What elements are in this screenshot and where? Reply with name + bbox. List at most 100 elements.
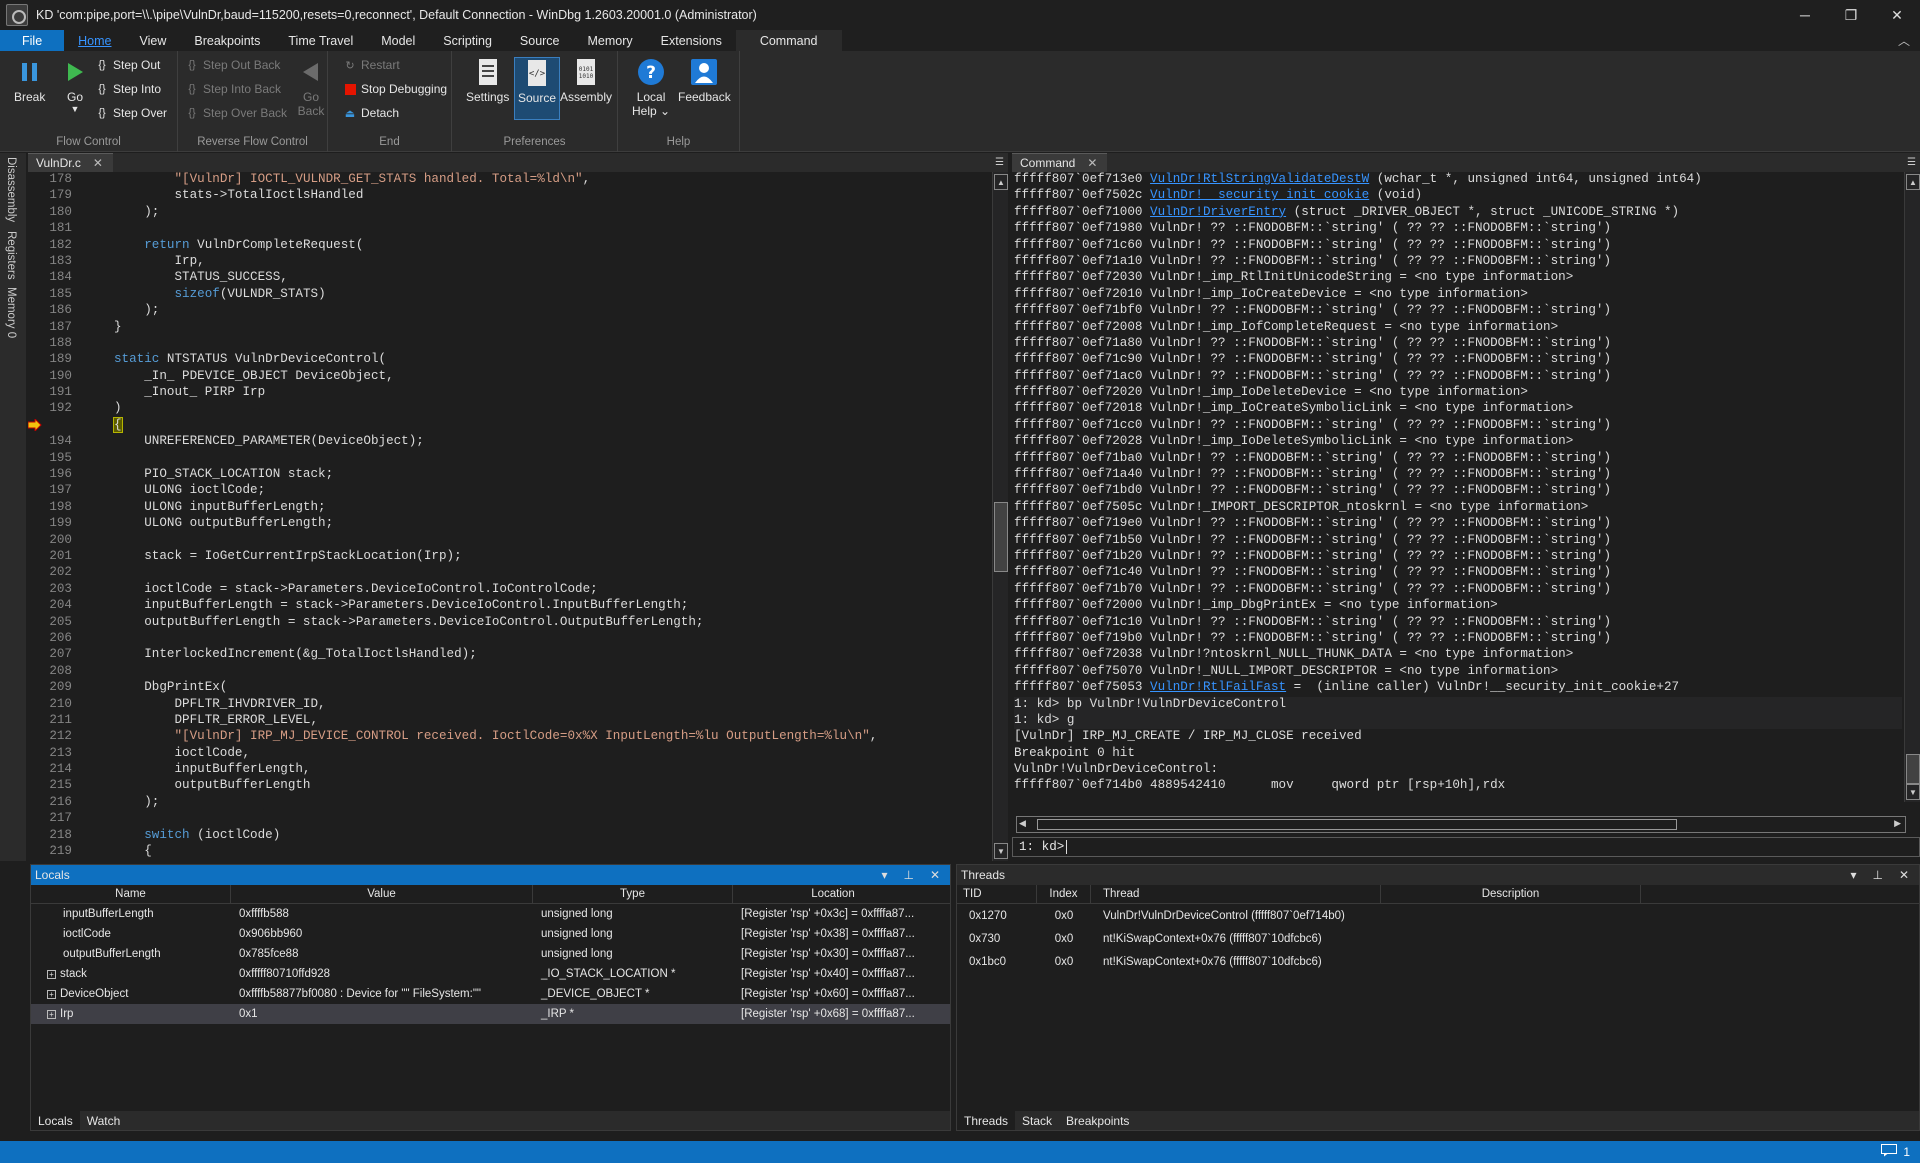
col-thread[interactable]: Thread [1091,884,1381,904]
line-marker[interactable] [80,582,114,598]
tab-memory[interactable]: Memory [574,30,647,51]
code-line[interactable]: 204 inputBufferLength = stack->Parameter… [28,598,992,614]
code-line[interactable]: 178 "[VulnDr] IOCTL_VULNDR_GET_STATS han… [28,172,992,188]
code-line[interactable]: 190 _In_ PDEVICE_OBJECT DeviceObject, [28,369,992,385]
symbol-link[interactable]: VulnDr!DriverEntry [1150,205,1286,219]
line-number[interactable]: 187 [28,320,80,336]
line-number[interactable]: 186 [28,303,80,319]
restore-button[interactable]: ❐ [1828,0,1874,30]
detach-button[interactable]: ⏏ Detach [342,105,399,121]
command-scrollbar[interactable]: ▲ ▼ [1904,172,1920,802]
line-number[interactable]: 195 [28,451,80,467]
scroll-thumb[interactable] [994,502,1008,572]
line-marker[interactable] [80,516,114,532]
line-marker[interactable] [80,778,114,794]
locals-dropdown-icon[interactable]: ▾ [881,868,887,882]
line-number[interactable]: 201 [28,549,80,565]
line-number[interactable]: 202 [28,565,80,581]
break-button[interactable]: Break [14,57,45,104]
line-marker[interactable] [80,647,114,663]
source-scrollbar[interactable]: ▲ ▼ [992,172,1008,861]
restart-button[interactable]: ↻ Restart [342,57,399,73]
code-line[interactable]: 209 DbgPrintEx( [28,680,992,696]
col-type[interactable]: Type [533,884,733,904]
line-number[interactable]: 183 [28,254,80,270]
line-marker[interactable] [80,352,114,368]
pane-menu-icon[interactable]: ☰ [995,157,1008,168]
code-line[interactable]: 207 InterlockedIncrement(&g_TotalIoctlsH… [28,647,992,663]
line-number[interactable]: 204 [28,598,80,614]
expand-icon[interactable]: + [47,970,56,979]
code-line[interactable]: 181 [28,221,992,237]
code-line[interactable]: 212 "[VulnDr] IRP_MJ_DEVICE_CONTROL rece… [28,729,992,745]
close-tab-icon[interactable]: ✕ [93,156,103,170]
line-number[interactable]: 200 [28,533,80,549]
line-number[interactable]: 194 [28,434,80,450]
line-number[interactable]: 189 [28,352,80,368]
tab-stack[interactable]: Stack [1015,1111,1059,1130]
line-marker[interactable] [80,270,114,286]
code-line[interactable]: 202 [28,565,992,581]
line-marker[interactable] [80,336,114,352]
scroll-up-icon[interactable]: ▲ [994,174,1008,190]
command-input[interactable]: 1: kd> [1012,837,1920,857]
code-line[interactable]: 215 outputBufferLength [28,778,992,794]
locals-row[interactable]: + DeviceObject 0xffffb58877bf0080 : Device… [31,984,950,1004]
scroll-right-icon[interactable]: ▶ [1894,818,1901,829]
line-marker[interactable] [80,565,114,581]
line-number[interactable]: 192 [28,401,80,417]
code-line[interactable]: 201 stack = IoGetCurrentIrpStackLocation… [28,549,992,565]
command-pane-menu-icon[interactable]: ☰ [1907,157,1920,168]
tab-home[interactable]: Home [64,30,125,51]
code-line[interactable]: 191 _Inout_ PIRP Irp [28,385,992,401]
locals-row[interactable]: outputBufferLength 0x785fce88 unsigned lon… [31,944,950,964]
col-location[interactable]: Location [733,885,933,904]
code-line[interactable]: 184 STATUS_SUCCESS, [28,270,992,286]
line-number[interactable]: 184 [28,270,80,286]
locals-row[interactable]: + stack 0xfffff80710ffd928 _IO_STACK_LOCATI… [31,964,950,984]
line-number[interactable]: 198 [28,500,80,516]
local-help-button[interactable]: ? Local Help ⌄ [632,57,670,118]
code-line[interactable]: 217 [28,811,992,827]
line-marker[interactable] [80,631,114,647]
line-number[interactable]: 211 [28,713,80,729]
code-line[interactable]: 211 DPFLTR_ERROR_LEVEL, [28,713,992,729]
close-command-tab-icon[interactable]: ✕ [1087,156,1097,170]
side-tab-disassembly[interactable]: Disassembly [5,157,17,222]
line-marker[interactable] [80,401,114,417]
scroll-left-icon[interactable]: ◀ [1019,818,1026,829]
step-into-back-button[interactable]: {} Step Into Back [184,81,281,97]
code-line[interactable]: 183 Irp, [28,254,992,270]
command-scroll-up-icon[interactable]: ▲ [1906,174,1920,190]
code-line[interactable]: 200 [28,533,992,549]
threads-dropdown-icon[interactable]: ▾ [1850,868,1856,882]
line-marker[interactable] [80,746,114,762]
code-line[interactable]: { [28,416,992,434]
code-line[interactable]: 195 [28,451,992,467]
code-line[interactable]: 180 ); [28,205,992,221]
code-line[interactable]: 187} [28,320,992,336]
line-marker[interactable] [80,418,114,434]
line-marker[interactable] [80,303,114,319]
code-line[interactable]: 208 [28,664,992,680]
line-number[interactable]: 213 [28,746,80,762]
line-number[interactable]: 190 [28,369,80,385]
tab-command[interactable]: Command [735,30,842,51]
code-line[interactable]: 216 ); [28,795,992,811]
minimize-button[interactable]: ─ [1782,0,1828,30]
line-number[interactable]: 178 [28,172,80,188]
line-number[interactable]: 199 [28,516,80,532]
code-line[interactable]: 186 ); [28,303,992,319]
source-file-tab[interactable]: VulnDr.c ✕ [28,153,113,172]
close-window-button[interactable]: ✕ [1874,0,1920,30]
tab-time-travel[interactable]: Time Travel [274,30,367,51]
line-marker[interactable] [80,451,114,467]
line-marker[interactable] [80,254,114,270]
line-marker[interactable] [80,664,114,680]
code-line[interactable]: 210 DPFLTR_IHVDRIVER_ID, [28,697,992,713]
line-marker[interactable] [80,762,114,778]
line-marker[interactable] [80,844,114,860]
line-number[interactable]: 210 [28,697,80,713]
tab-breakpoints[interactable]: Breakpoints [180,30,274,51]
line-number[interactable]: 203 [28,582,80,598]
